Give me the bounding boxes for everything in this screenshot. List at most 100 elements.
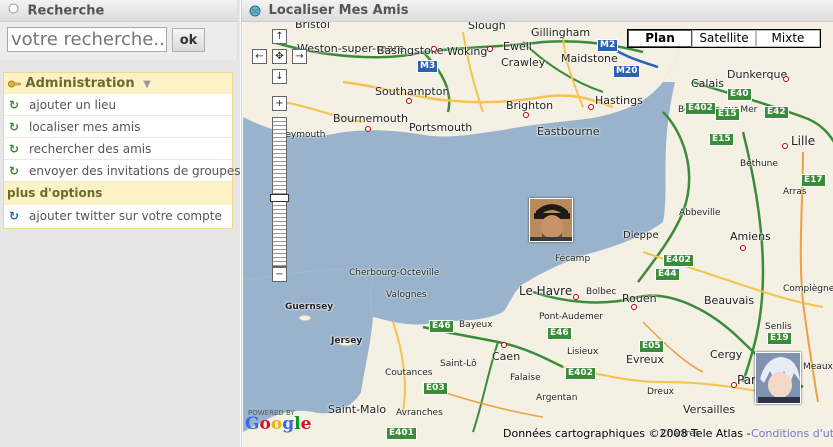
map-copyright: Données cartographiques ©2008 Tele Atlas… — [503, 427, 751, 440]
road-shield: E46 — [429, 320, 454, 333]
refresh-icon: ↻ — [9, 209, 20, 223]
road-shield: E03 — [423, 382, 448, 395]
road-shield: E402 — [565, 367, 596, 380]
city-brighton: Brighton — [506, 99, 554, 112]
road-shield: E19 — [767, 332, 792, 345]
zoom-in-button[interactable]: + — [272, 96, 287, 111]
city-marker — [573, 294, 579, 300]
road-shield: M2 — [597, 39, 619, 52]
map-panel-title: Localiser Mes Amis — [268, 3, 409, 18]
menu-item-label: ajouter un lieu — [29, 98, 117, 112]
map-type-plan-button[interactable]: Plan — [628, 30, 692, 47]
city-senlis: Senlis — [765, 322, 792, 332]
city-avranches: Avranches — [396, 408, 443, 418]
city-ewell: Ewell — [503, 40, 532, 53]
city-gillingham: Gillingham — [531, 26, 591, 39]
city-cherbourg: Cherbourg-Octeville — [349, 268, 440, 278]
road-shield: E401 — [386, 427, 417, 440]
city-compiegne: Compiègne — [783, 284, 833, 294]
road-shield: E17 — [801, 174, 826, 187]
pan-up-button[interactable]: ↑ — [272, 29, 287, 44]
city-fecamp: Fécamp — [555, 254, 591, 264]
search-ok-button[interactable]: ok — [172, 28, 205, 52]
city-marker — [731, 382, 737, 388]
city-arras: Arras — [783, 187, 807, 197]
refresh-icon: ↻ — [9, 164, 20, 178]
city-bayeux: Bayeux — [459, 320, 493, 330]
menu-item-add-place[interactable]: ↻ ajouter un lieu — [4, 94, 232, 116]
road-shield: E42 — [764, 106, 789, 119]
menu-item-label: ajouter twitter sur votre compte — [29, 209, 222, 223]
pan-right-button[interactable]: → — [292, 49, 307, 64]
city-valognes: Valognes — [386, 290, 427, 300]
city-rouen: Rouen — [622, 292, 657, 305]
map-type-satellite-button[interactable]: Satellite — [692, 30, 756, 47]
city-lehavre: Le Havre — [519, 284, 573, 298]
map-type-mixte-button[interactable]: Mixte — [756, 30, 820, 47]
menu-item-locate-friends[interactable]: ↻ localiser mes amis — [4, 116, 232, 138]
menu-item-label: envoyer des invitations de groupes — [29, 164, 241, 178]
admin-panel-header[interactable]: Administration ▼ — [4, 73, 232, 94]
pan-center-button[interactable]: ✥ — [272, 49, 287, 64]
city-marker — [523, 112, 529, 118]
city-bolbec: Bolbec — [586, 287, 617, 297]
city-crawley: Crawley — [501, 56, 546, 69]
city-lisieux: Lisieux — [567, 347, 599, 357]
friend-portrait — [756, 353, 800, 403]
road-shield: E40 — [727, 88, 752, 101]
search-panel-header: Recherche — [0, 0, 237, 22]
zoom-slider-track[interactable] — [272, 117, 287, 267]
refresh-icon: ↻ — [9, 142, 20, 156]
city-saintlo: Saint-Lô — [440, 359, 477, 369]
menu-item-label: rechercher des amis — [29, 142, 152, 156]
city-saintmalo: Saint-Malo — [328, 403, 387, 416]
city-lille: Lille — [791, 134, 816, 148]
google-logo[interactable]: Google — [245, 414, 311, 434]
city-dreux: Dreux — [647, 387, 674, 397]
terms-link[interactable]: Conditions d'utilisation — [751, 427, 833, 440]
key-icon — [8, 76, 26, 91]
city-caen: Caen — [492, 350, 521, 363]
city-marker — [740, 245, 746, 251]
road-shield: E15 — [709, 133, 734, 146]
menu-item-search-friends[interactable]: ↻ rechercher des amis — [4, 138, 232, 160]
city-marker — [487, 46, 493, 52]
admin-panel: Administration ▼ ↻ ajouter un lieu ↻ local… — [3, 72, 241, 229]
city-marker — [365, 126, 371, 132]
road-shield: E05 — [639, 340, 664, 353]
city-maidstone: Maidstone — [561, 52, 618, 65]
road-shield: E402 — [685, 102, 716, 115]
zoom-slider-handle[interactable] — [270, 194, 289, 202]
city-guernsey: Guernsey — [285, 302, 334, 312]
city-cergy: Cergy — [710, 348, 743, 361]
menu-item-send-invitations[interactable]: ↻ envoyer des invitations de groupes — [4, 160, 241, 182]
friend-avatar[interactable] — [529, 198, 573, 242]
friend-portrait — [530, 199, 572, 241]
city-marker — [588, 104, 594, 110]
friend-avatar[interactable] — [755, 352, 801, 404]
search-input[interactable] — [7, 27, 167, 52]
refresh-icon: ↻ — [9, 120, 20, 134]
zoom-out-button[interactable]: − — [272, 267, 287, 282]
pan-left-button[interactable]: ← — [252, 49, 267, 64]
city-argentan: Argentan — [536, 393, 578, 403]
city-falaise: Falaise — [510, 373, 541, 383]
refresh-icon: ↻ — [9, 98, 20, 112]
city-slough: Slough — [468, 22, 506, 32]
pan-down-button[interactable]: ↓ — [272, 69, 287, 84]
map-panel: Localiser Mes Amis Bristol Weston-super-… — [241, 0, 833, 447]
city-pontaudemer: Pont-Audemer — [539, 312, 604, 322]
city-eastbourne: Eastbourne — [537, 125, 600, 138]
map-canvas[interactable]: Bristol Weston-super-mare Basingstoke Wo… — [243, 22, 833, 447]
search-panel: Recherche ok — [0, 0, 238, 60]
chevron-down-icon[interactable]: ▼ — [143, 74, 151, 95]
menu-item-add-twitter[interactable]: ↻ ajouter twitter sur votre compte — [4, 205, 232, 227]
city-hastings: Hastings — [595, 94, 643, 107]
city-marker — [501, 342, 507, 348]
city-evreux: Evreux — [626, 353, 664, 366]
city-versailles: Versailles — [683, 403, 736, 416]
road-shield: M3 — [417, 60, 439, 73]
left-sidebar: Recherche ok Administration ▼ ↻ ajouter u… — [0, 0, 241, 447]
city-bristol: Bristol — [295, 22, 330, 31]
menu-item-label: localiser mes amis — [29, 120, 141, 134]
